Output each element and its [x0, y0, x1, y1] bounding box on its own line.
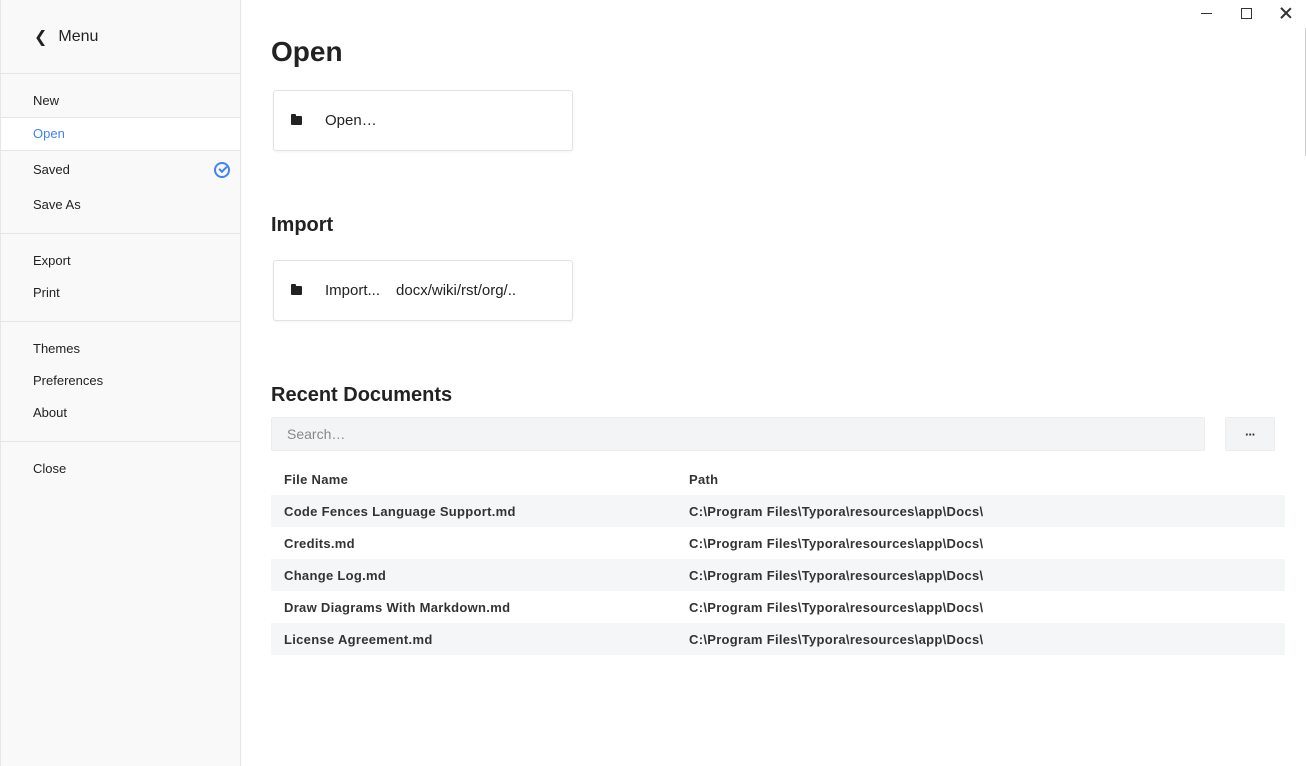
- sidebar-item-open[interactable]: Open: [1, 117, 240, 151]
- sidebar-item-close[interactable]: Close: [1, 453, 240, 485]
- import-heading: Import: [271, 214, 334, 236]
- folder-icon: [291, 284, 302, 295]
- path-cell: C:\Program Files\Typora\resources\app\Do…: [689, 503, 984, 519]
- maximize-button[interactable]: [1226, 0, 1266, 26]
- table-row[interactable]: Draw Diagrams With Markdown.md C:\Progra…: [271, 591, 1285, 623]
- table-row[interactable]: License Agreement.md C:\Program Files\Ty…: [271, 623, 1285, 655]
- sidebar: ❮ Menu New Open Saved Save As Export Pri…: [0, 0, 241, 766]
- sidebar-item-saved[interactable]: Saved: [1, 151, 240, 189]
- file-name-cell: Credits.md: [284, 535, 355, 551]
- sidebar-group-output: Export Print: [1, 234, 240, 322]
- table-row[interactable]: Credits.md C:\Program Files\Typora\resou…: [271, 527, 1285, 559]
- menu-back-button[interactable]: ❮ Menu: [1, 0, 240, 74]
- minimize-button[interactable]: [1186, 0, 1226, 26]
- recent-documents-heading: Recent Documents: [271, 384, 453, 406]
- sidebar-item-new[interactable]: New: [1, 85, 240, 117]
- sidebar-item-label: Saved: [33, 162, 70, 177]
- column-header-file-name[interactable]: File Name: [271, 463, 676, 495]
- recent-documents-table: File Name Path Code Fences Language Supp…: [271, 463, 1285, 655]
- menu-title: Menu: [58, 27, 99, 45]
- page-title: Open: [271, 36, 343, 67]
- sidebar-item-preferences[interactable]: Preferences: [1, 365, 240, 397]
- file-name-cell: Draw Diagrams With Markdown.md: [284, 599, 511, 615]
- import-button[interactable]: Import... docx/wiki/rst/org/..: [273, 260, 573, 321]
- sidebar-group-file: New Open Saved Save As: [1, 74, 240, 234]
- table-header: File Name Path: [271, 463, 1285, 495]
- path-cell: C:\Program Files\Typora\resources\app\Do…: [689, 631, 984, 647]
- more-options-button[interactable]: ···: [1225, 417, 1275, 451]
- path-cell: C:\Program Files\Typora\resources\app\Do…: [689, 599, 984, 615]
- sidebar-group-settings: Themes Preferences About: [1, 322, 240, 442]
- sidebar-item-print[interactable]: Print: [1, 277, 240, 309]
- file-name-cell: License Agreement.md: [284, 631, 433, 647]
- sidebar-item-export[interactable]: Export: [1, 245, 240, 277]
- sidebar-item-themes[interactable]: Themes: [1, 333, 240, 365]
- table-row[interactable]: Code Fences Language Support.md C:\Progr…: [271, 495, 1285, 527]
- close-icon: [1280, 7, 1292, 19]
- folder-icon: [291, 114, 302, 125]
- path-cell: C:\Program Files\Typora\resources\app\Do…: [689, 535, 984, 551]
- import-label: Import...: [325, 282, 381, 299]
- search-input[interactable]: [271, 417, 1205, 451]
- close-window-button[interactable]: [1266, 0, 1306, 26]
- path-cell: C:\Program Files\Typora\resources\app\Do…: [689, 567, 984, 583]
- file-name-cell: Code Fences Language Support.md: [284, 503, 516, 519]
- maximize-icon: [1240, 7, 1252, 19]
- column-header-path[interactable]: Path: [676, 463, 1285, 495]
- import-formats: docx/wiki/rst/org/..: [396, 282, 517, 299]
- table-row[interactable]: Change Log.md C:\Program Files\Typora\re…: [271, 559, 1285, 591]
- window-controls: [1186, 0, 1306, 26]
- check-circle-icon: [214, 162, 230, 178]
- minimize-icon: [1200, 12, 1212, 14]
- open-file-button[interactable]: Open…: [273, 90, 573, 151]
- sidebar-item-save-as[interactable]: Save As: [1, 189, 240, 221]
- file-name-cell: Change Log.md: [284, 567, 387, 583]
- open-file-label: Open…: [325, 112, 377, 129]
- chevron-left-icon: ❮: [34, 27, 48, 46]
- search-row: ···: [271, 417, 1275, 451]
- sidebar-item-about[interactable]: About: [1, 397, 240, 429]
- sidebar-group-close: Close: [1, 442, 240, 497]
